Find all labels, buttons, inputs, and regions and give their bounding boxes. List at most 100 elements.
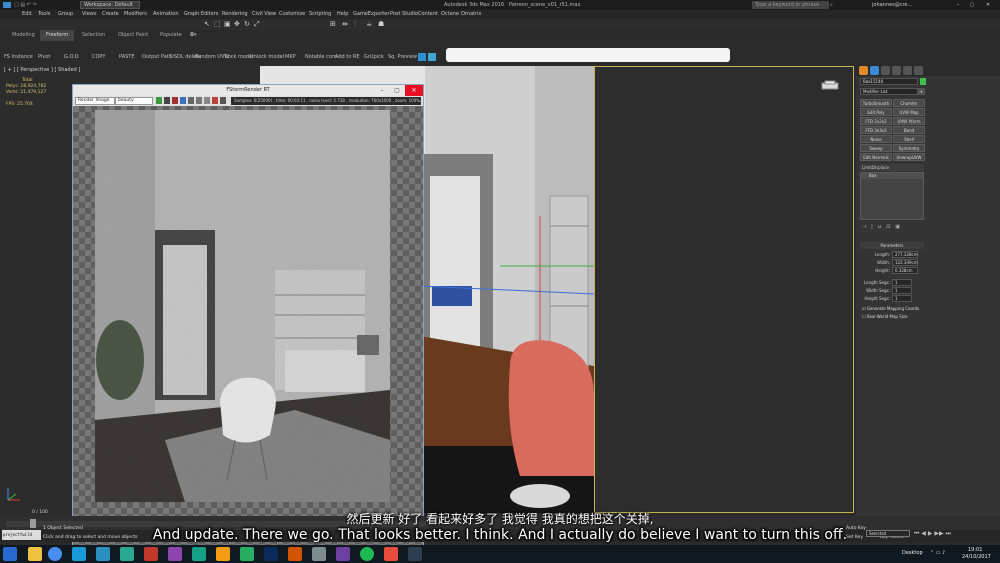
app-icon-k[interactable]: [408, 547, 422, 561]
menu-create[interactable]: Create: [102, 10, 119, 19]
object-name-field[interactable]: Box15140: [860, 78, 918, 85]
select-region-icon[interactable]: ⬚: [214, 20, 221, 28]
viewport-label[interactable]: [ + ] [ Perspective ] [ Shaded ]: [4, 67, 80, 73]
menu-edit[interactable]: Edit: [22, 10, 32, 19]
tool-icon-a[interactable]: [418, 53, 426, 61]
menu-help[interactable]: Help: [337, 10, 348, 19]
start-icon[interactable]: [3, 547, 17, 561]
render-window-minimize-icon[interactable]: –: [375, 85, 389, 96]
param-height-segs-field[interactable]: 1: [892, 295, 912, 302]
param-length-field[interactable]: 277.328cm: [892, 251, 918, 258]
workspace-dropdown[interactable]: Workspace: Default: [80, 1, 140, 9]
modifier-stack-header[interactable]: LimitDisplace: [860, 164, 924, 171]
modify-tab-icon[interactable]: [870, 66, 879, 75]
app-icon-d[interactable]: [192, 547, 206, 561]
menu-octane[interactable]: Octane: [441, 10, 459, 19]
region-icon[interactable]: [188, 97, 194, 104]
file-explorer-icon[interactable]: [28, 547, 42, 561]
zoom-icon[interactable]: [196, 97, 202, 104]
minimize-icon[interactable]: –: [952, 0, 964, 10]
render-window-maximize-icon[interactable]: ▢: [390, 85, 404, 96]
photoshop-icon[interactable]: [264, 547, 278, 561]
search-input[interactable]: Type a keyword or phrase: [752, 1, 829, 9]
maximize-icon[interactable]: ▢: [966, 0, 978, 10]
render-setup-icon[interactable]: ☕: [366, 20, 372, 28]
menu-gameexporter[interactable]: GameExporter: [353, 10, 389, 19]
stack-item-box[interactable]: Box: [861, 173, 923, 179]
render-window-close-icon[interactable]: ✕: [405, 85, 423, 96]
btn-grupick[interactable]: GrUpick: [364, 51, 384, 63]
btn-ffd-3x3x3[interactable]: FFD 3x3x3: [860, 126, 892, 134]
menu-modifiers[interactable]: Modifiers: [124, 10, 147, 19]
param-height-field[interactable]: 0.328cm: [892, 267, 918, 274]
render-canvas[interactable]: [73, 106, 423, 545]
render-icon[interactable]: ☗: [378, 20, 384, 28]
menu-ornatrix[interactable]: Ornatrix: [461, 10, 482, 19]
tray-icons[interactable]: ⌃ ▭ ♪: [930, 550, 945, 556]
tab-object-paint[interactable]: Object Paint: [118, 30, 148, 41]
play-render-icon[interactable]: [156, 97, 162, 104]
chevron-down-icon[interactable]: ▾: [918, 88, 925, 95]
render-pass-dropdown[interactable]: beauty: [115, 97, 153, 105]
app-icon-j[interactable]: [384, 547, 398, 561]
snap-icon[interactable]: ⊞: [330, 20, 336, 28]
modifier-list-dropdown[interactable]: Modifier List: [860, 88, 918, 95]
motion-tab-icon[interactable]: [892, 66, 901, 75]
app-icon-a[interactable]: [96, 547, 110, 561]
btn-paste[interactable]: PASTE: [119, 51, 135, 63]
btn-noise[interactable]: Noise: [860, 135, 892, 143]
tab-modeling[interactable]: Modeling: [12, 30, 35, 41]
ribbon-toggle-icon[interactable]: ◘▾: [190, 30, 196, 41]
viewcube-icon[interactable]: [820, 80, 840, 92]
user-account[interactable]: johannes@cre...: [872, 0, 912, 10]
btn-output-path[interactable]: Output Path: [142, 51, 172, 63]
app-icon-f[interactable]: [240, 547, 254, 561]
btn-unwrap-uvw[interactable]: UnwrapUVW: [893, 153, 925, 161]
create-tab-icon[interactable]: [859, 66, 868, 75]
btn-edit-poly[interactable]: Edit Poly: [860, 108, 892, 116]
quick-access-icons[interactable]: ▢ ▤ ↶ ↷: [14, 0, 37, 10]
btn-symmetry[interactable]: Symmetry: [893, 144, 925, 152]
viewport-empty-area[interactable]: [594, 66, 854, 513]
move-icon[interactable]: ✥: [234, 20, 240, 28]
app-icon-i[interactable]: [336, 547, 350, 561]
render-window[interactable]: FStormRender RT – ▢ ✕ Render Image beaut…: [72, 84, 424, 546]
app-icon-b[interactable]: [144, 547, 158, 561]
3dsmax-icon[interactable]: [120, 547, 134, 561]
menu-content[interactable]: Content: [418, 10, 438, 19]
desktop-label[interactable]: Desktop: [902, 550, 923, 556]
param-width-field[interactable]: 122.349cm: [892, 259, 918, 266]
hierarchy-tab-icon[interactable]: [881, 66, 890, 75]
btn-notable[interactable]: Notable com: [305, 51, 337, 63]
window-crossing-icon[interactable]: ▣: [224, 20, 231, 28]
mirror-icon[interactable]: ⇹: [342, 20, 348, 28]
scale-icon[interactable]: ⤢: [254, 20, 260, 29]
utilities-tab-icon[interactable]: [914, 66, 923, 75]
menu-post-studio[interactable]: Post Studio: [390, 10, 418, 19]
param-width-segs-field[interactable]: 1: [892, 287, 912, 294]
btn-mkp[interactable]: MKP: [285, 51, 296, 63]
save-image-icon[interactable]: [180, 97, 186, 104]
stop-render-icon[interactable]: [172, 97, 178, 104]
menu-rendering[interactable]: Rendering: [222, 10, 248, 19]
tab-freeform[interactable]: Freeform: [40, 30, 75, 41]
menu-customize[interactable]: Customize: [279, 10, 305, 19]
menu-tools[interactable]: Tools: [38, 10, 50, 19]
btn-sq-preview[interactable]: Sq. Preview: [388, 51, 417, 63]
btn-bend[interactable]: Bend: [893, 126, 925, 134]
settings-icon[interactable]: [212, 97, 218, 104]
object-color-swatch[interactable]: [920, 78, 926, 85]
tool-icon-b[interactable]: [428, 53, 436, 61]
spotify-icon[interactable]: [360, 547, 374, 561]
menu-views[interactable]: Views: [82, 10, 96, 19]
btn-shell[interactable]: Shell: [893, 135, 925, 143]
btn-copy[interactable]: COPY: [92, 51, 105, 63]
align-icon[interactable]: ⫶: [354, 20, 356, 29]
btn-unlock-model[interactable]: Unlock model: [250, 51, 284, 63]
btn-add-to-re[interactable]: Add to RE: [335, 51, 360, 63]
rotate-icon[interactable]: ↻: [244, 20, 250, 28]
btn-uvw-xform[interactable]: UVW Xform: [893, 117, 925, 125]
chrome-icon[interactable]: [48, 547, 62, 561]
btn-ffd-2x2x2[interactable]: FFD 2x2x2: [860, 117, 892, 125]
btn-chamfer[interactable]: Chamfer: [893, 99, 925, 107]
